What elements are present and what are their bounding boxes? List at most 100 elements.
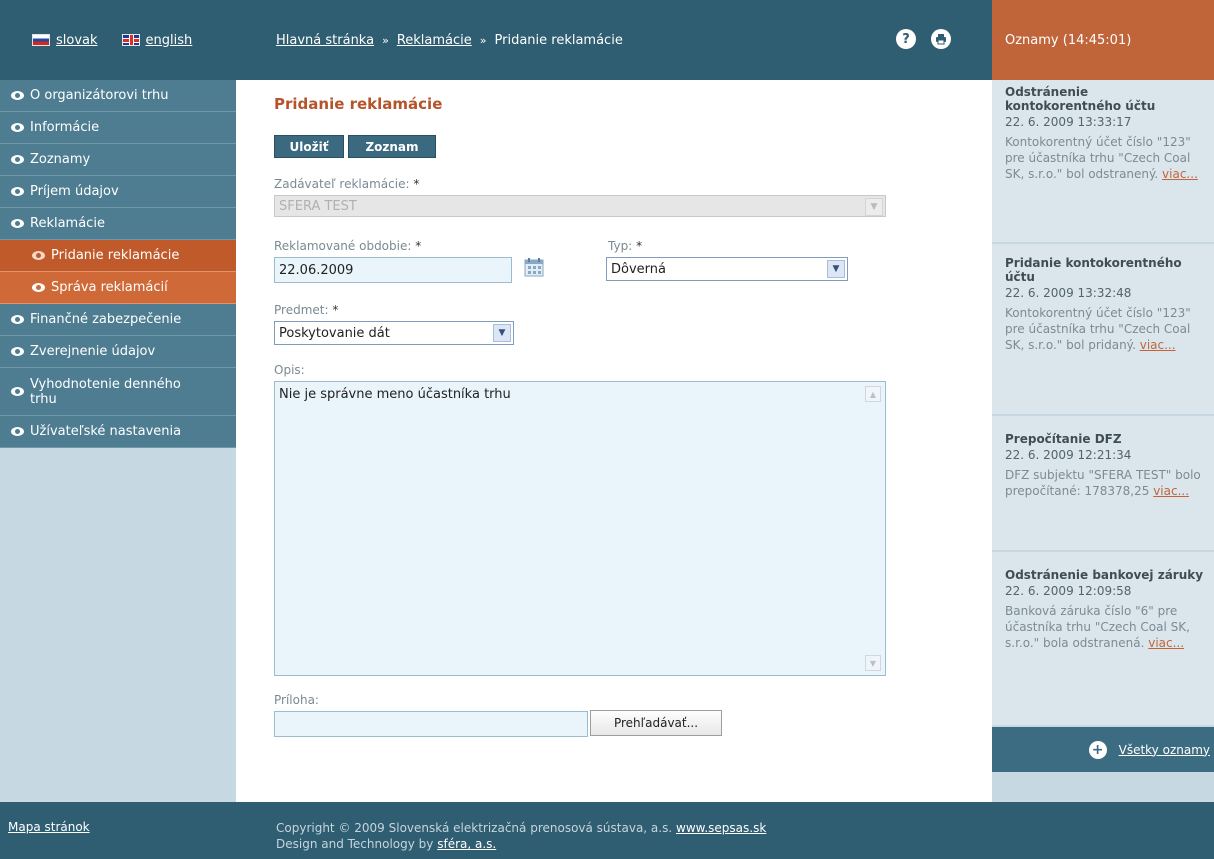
news-date: 22. 6. 2009 12:21:34 xyxy=(1005,448,1132,462)
sidebar-item-informacie[interactable]: Informácie xyxy=(0,112,236,144)
type-select[interactable]: Dôverná ▼ xyxy=(606,257,848,281)
language-slovak[interactable]: slovak xyxy=(32,33,98,48)
copyright-line: Copyright © 2009 Slovenská elektrizačná … xyxy=(276,820,766,836)
scroll-up-icon[interactable]: ▲ xyxy=(865,386,881,402)
copyright-text: Copyright © 2009 Slovenská elektrizačná … xyxy=(276,821,673,835)
news-more-link[interactable]: viac... xyxy=(1140,338,1176,352)
news-item: Odstránenie kontokorentného účtu 22. 6. … xyxy=(992,80,1214,244)
news-date: 22. 6. 2009 12:09:58 xyxy=(1005,584,1132,598)
news-item: Odstránenie bankovej záruky 22. 6. 2009 … xyxy=(992,552,1214,727)
news-panel: Odstránenie kontokorentného účtu 22. 6. … xyxy=(992,80,1214,802)
news-more-link[interactable]: viac... xyxy=(1153,484,1189,498)
bullet-icon xyxy=(11,427,24,436)
copyright: Copyright © 2009 Slovenská elektrizačná … xyxy=(276,820,766,852)
design-text: Design and Technology by xyxy=(276,837,434,851)
news-text: DFZ subjektu "SFERA TEST" bolo prepočíta… xyxy=(1005,467,1206,499)
sidebar-item-prijem-udajov[interactable]: Príjem údajov xyxy=(0,176,236,208)
submitter-select[interactable]: SFERA TEST ▼ xyxy=(274,195,886,217)
sidebar-item-label: Správa reklamácií xyxy=(51,280,168,295)
breadcrumb-separator: » xyxy=(382,33,389,47)
news-item: Pridanie kontokorentného účtu 22. 6. 200… xyxy=(992,244,1214,416)
news-text: Kontokorentný účet číslo "123" pre účast… xyxy=(1005,305,1206,353)
news-more-link[interactable]: viac... xyxy=(1162,167,1198,181)
type-label-text: Typ: xyxy=(608,239,633,253)
main-content: Pridanie reklamácie Uložiť Zoznam Zadáva… xyxy=(236,80,992,802)
language-english-label[interactable]: english xyxy=(146,33,193,48)
chevron-down-icon[interactable]: ▼ xyxy=(493,324,511,342)
bullet-icon xyxy=(11,387,24,396)
language-switcher: slovak english xyxy=(0,0,236,80)
sidebar-item-zoznamy[interactable]: Zoznamy xyxy=(0,144,236,176)
sidebar-item-zverejnenie-udajov[interactable]: Zverejnenie údajov xyxy=(0,336,236,368)
chevron-down-icon[interactable]: ▼ xyxy=(865,198,883,216)
required-mark: * xyxy=(413,177,420,191)
sitemap-link[interactable]: Mapa stránok xyxy=(8,820,90,834)
bullet-icon xyxy=(11,219,24,228)
sidebar-item-label: O organizátorovi trhu xyxy=(30,88,169,103)
news-date: 22. 6. 2009 13:33:17 xyxy=(1005,115,1132,129)
all-news-link[interactable]: + Všetky oznamy xyxy=(992,727,1214,772)
sidebar-item-organizator[interactable]: O organizátorovi trhu xyxy=(0,80,236,112)
news-title[interactable]: Odstránenie bankovej záruky xyxy=(1005,568,1206,582)
subject-select[interactable]: Poskytovanie dát ▼ xyxy=(274,321,514,345)
submitter-label-text: Zadávateľ reklamácie: xyxy=(274,177,410,191)
language-english[interactable]: english xyxy=(121,33,193,48)
attachment-input[interactable] xyxy=(274,711,588,737)
bullet-icon xyxy=(11,187,24,196)
submitter-label: Zadávateľ reklamácie: * xyxy=(274,177,419,191)
type-value: Dôverná xyxy=(611,261,666,277)
printer-glyph-icon xyxy=(936,34,946,45)
sidebar-item-pridanie-reklamacie[interactable]: Pridanie reklamácie xyxy=(0,240,236,272)
subject-label: Predmet: * xyxy=(274,303,338,317)
footer: Mapa stránok Copyright © 2009 Slovenská … xyxy=(0,802,1214,859)
breadcrumb-current: Pridanie reklamácie xyxy=(494,32,623,48)
scroll-down-icon[interactable]: ▼ xyxy=(865,655,881,671)
period-input[interactable]: 22.06.2009 xyxy=(274,257,512,283)
sidebar-item-label: Informácie xyxy=(30,120,100,135)
news-text: Kontokorentný účet číslo "123" pre účast… xyxy=(1005,134,1206,182)
sidebar-item-label: Zoznamy xyxy=(30,152,91,167)
subject-label-text: Predmet: xyxy=(274,303,329,317)
print-icon[interactable] xyxy=(931,29,951,49)
sidebar-item-label: Vyhodnotenie denného trhu xyxy=(30,376,181,407)
sidebar-item-vyhodnotenie[interactable]: Vyhodnotenie denného trhu xyxy=(0,368,236,416)
breadcrumb: Hlavná stránka » Reklamácie » Pridanie r… xyxy=(276,0,623,80)
breadcrumb-reklamacie[interactable]: Reklamácie xyxy=(397,33,472,48)
browse-button[interactable]: Prehľadávať... xyxy=(590,710,722,736)
sepsas-link[interactable]: www.sepsas.sk xyxy=(676,821,766,835)
sidebar-item-uzivatelske-nastavenia[interactable]: Užívateľské nastavenia xyxy=(0,416,236,448)
news-more-link[interactable]: viac... xyxy=(1148,636,1184,650)
sidebar-item-label: Pridanie reklamácie xyxy=(51,248,180,263)
plus-icon: + xyxy=(1088,740,1107,759)
chevron-down-icon[interactable]: ▼ xyxy=(827,260,845,278)
calendar-icon[interactable] xyxy=(524,257,544,277)
help-icon[interactable]: ? xyxy=(896,29,916,49)
list-button[interactable]: Zoznam xyxy=(348,135,436,158)
required-mark: * xyxy=(415,239,422,253)
sidebar-item-label: Užívateľské nastavenia xyxy=(30,424,182,439)
sidebar-item-sprava-reklamacii[interactable]: Správa reklamácií xyxy=(0,272,236,304)
news-title[interactable]: Prepočítanie DFZ xyxy=(1005,432,1206,446)
sidebar-item-financne-zabezpecenie[interactable]: Finančné zabezpečenie xyxy=(0,304,236,336)
breadcrumb-home[interactable]: Hlavná stránka xyxy=(276,33,374,48)
header-bar: slovak english Hlavná stránka » Reklamác… xyxy=(0,0,992,80)
bullet-icon xyxy=(32,283,45,292)
sidebar-item-label: Finančné zabezpečenie xyxy=(30,312,182,327)
attachment-label: Príloha: xyxy=(274,693,319,707)
sidebar-item-reklamacie[interactable]: Reklamácie xyxy=(0,208,236,240)
save-button[interactable]: Uložiť xyxy=(274,135,344,158)
page-title: Pridanie reklamácie xyxy=(274,95,443,113)
all-news-label[interactable]: Všetky oznamy xyxy=(1119,743,1210,757)
news-text: Banková záruka číslo "6" pre účastníka t… xyxy=(1005,603,1206,651)
period-value: 22.06.2009 xyxy=(279,262,354,278)
sfera-link[interactable]: sféra, a.s. xyxy=(437,837,496,851)
news-title[interactable]: Odstránenie kontokorentného účtu xyxy=(1005,85,1206,113)
bullet-icon xyxy=(11,123,24,132)
bullet-icon xyxy=(11,91,24,100)
period-label: Reklamované obdobie: * xyxy=(274,239,421,253)
required-mark: * xyxy=(332,303,339,317)
news-title[interactable]: Pridanie kontokorentného účtu xyxy=(1005,256,1206,284)
language-slovak-label[interactable]: slovak xyxy=(56,33,98,48)
bullet-icon xyxy=(11,347,24,356)
description-textarea[interactable]: Nie je správne meno účastníka trhu ▲ ▼ xyxy=(274,381,886,676)
